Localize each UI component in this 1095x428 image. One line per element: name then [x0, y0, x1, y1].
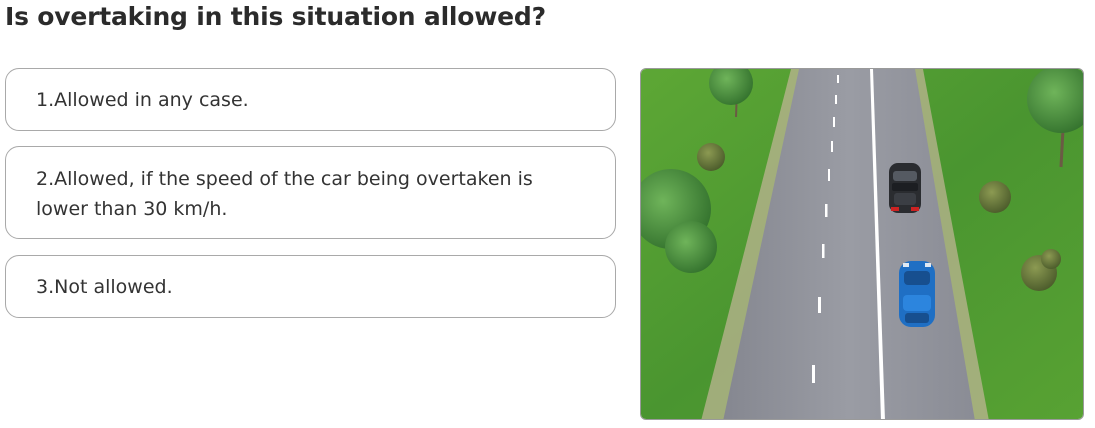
- answer-option-label: 3.Not allowed.: [36, 275, 173, 298]
- answer-option-1[interactable]: 1.Allowed in any case.: [5, 68, 616, 131]
- question-title: Is overtaking in this situation allowed?: [5, 2, 546, 31]
- answer-option-label: 1.Allowed in any case.: [36, 88, 249, 111]
- answer-option-label: 2.Allowed, if the speed of the car being…: [36, 167, 533, 220]
- blue-car-icon: [899, 261, 935, 327]
- answer-list: 1.Allowed in any case. 2.Allowed, if the…: [5, 68, 616, 318]
- answer-option-3[interactable]: 3.Not allowed.: [5, 255, 616, 318]
- road-scene-icon: [641, 69, 1083, 419]
- bush-icon: [697, 143, 725, 171]
- bush-icon: [1041, 249, 1061, 269]
- road-scene-illustration: [640, 68, 1084, 420]
- bush-icon: [979, 181, 1011, 213]
- answer-option-2[interactable]: 2.Allowed, if the speed of the car being…: [5, 146, 616, 239]
- dark-car-icon: [889, 163, 921, 213]
